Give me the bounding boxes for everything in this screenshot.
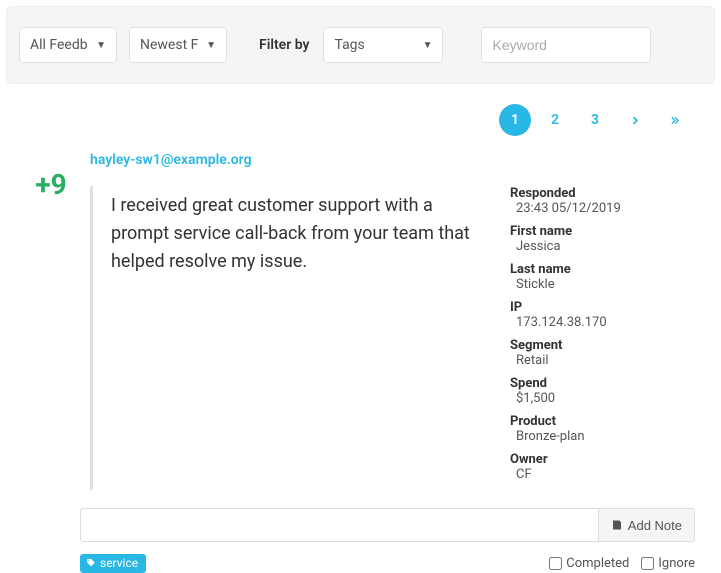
feedback-footer: service Completed Ignore bbox=[80, 554, 695, 573]
page-next[interactable] bbox=[619, 104, 651, 136]
tags-value: Tags bbox=[334, 37, 364, 53]
page-2[interactable]: 2 bbox=[539, 104, 571, 136]
ip-label: IP bbox=[510, 300, 660, 315]
completed-checkbox[interactable] bbox=[549, 557, 562, 570]
note-row: Add Note bbox=[80, 508, 695, 542]
caret-down-icon: ▼ bbox=[96, 40, 106, 51]
filter-toolbar: All Feedb ▼ Newest F ▼ Filter by Tags ▼ bbox=[6, 6, 715, 84]
page-3[interactable]: 3 bbox=[579, 104, 611, 136]
owner-value: CF bbox=[510, 467, 660, 482]
page-1[interactable]: 1 bbox=[499, 104, 531, 136]
chevron-double-right-icon bbox=[669, 115, 681, 126]
completed-checkbox-label[interactable]: Completed bbox=[549, 556, 629, 571]
responded-value: 23:43 05/12/2019 bbox=[510, 201, 660, 216]
filter-by-label: Filter by bbox=[259, 37, 309, 53]
status-checks: Completed Ignore bbox=[549, 556, 695, 571]
note-icon bbox=[611, 519, 623, 531]
sort-value: Newest F bbox=[140, 37, 198, 53]
firstname-value: Jessica bbox=[510, 239, 660, 254]
score-column: +9 bbox=[20, 148, 82, 490]
ignore-checkbox[interactable] bbox=[641, 557, 654, 570]
spend-label: Spend bbox=[510, 376, 660, 391]
feedback-type-value: All Feedb bbox=[30, 37, 88, 53]
tag-badge[interactable]: service bbox=[80, 554, 146, 573]
respondent-email[interactable]: hayley-sw1@example.org bbox=[90, 152, 701, 168]
feedback-type-select[interactable]: All Feedb ▼ bbox=[19, 27, 117, 63]
nps-score: +9 bbox=[20, 168, 82, 201]
note-input[interactable] bbox=[81, 509, 598, 541]
ip-value: 173.124.38.170 bbox=[510, 315, 660, 330]
firstname-label: First name bbox=[510, 224, 660, 239]
page-last[interactable] bbox=[659, 104, 691, 136]
completed-text: Completed bbox=[566, 556, 629, 571]
feedback-body: I received great customer support with a… bbox=[90, 186, 701, 490]
feedback-main: hayley-sw1@example.org I received great … bbox=[90, 148, 701, 490]
spend-value: $1,500 bbox=[510, 391, 660, 406]
caret-down-icon: ▼ bbox=[423, 40, 433, 51]
feedback-item: +9 hayley-sw1@example.org I received gre… bbox=[0, 144, 721, 494]
feedback-quote: I received great customer support with a… bbox=[90, 186, 470, 490]
owner-label: Owner bbox=[510, 452, 660, 467]
keyword-input[interactable] bbox=[481, 27, 651, 63]
product-label: Product bbox=[510, 414, 660, 429]
chevron-right-icon bbox=[630, 115, 641, 126]
ignore-checkbox-label[interactable]: Ignore bbox=[641, 556, 695, 571]
lastname-label: Last name bbox=[510, 262, 660, 277]
tag-icon bbox=[86, 558, 96, 568]
tags-select[interactable]: Tags ▼ bbox=[323, 27, 443, 63]
caret-down-icon: ▼ bbox=[206, 40, 216, 51]
tag-label: service bbox=[100, 556, 138, 570]
lastname-value: Stickle bbox=[510, 277, 660, 292]
ignore-text: Ignore bbox=[658, 556, 695, 571]
metadata-panel: Responded 23:43 05/12/2019 First name Je… bbox=[510, 186, 660, 490]
add-note-button[interactable]: Add Note bbox=[598, 509, 694, 541]
responded-label: Responded bbox=[510, 186, 660, 201]
feedback-text: I received great customer support with a… bbox=[111, 192, 470, 276]
add-note-label: Add Note bbox=[628, 518, 682, 533]
product-value: Bronze-plan bbox=[510, 429, 660, 444]
segment-label: Segment bbox=[510, 338, 660, 353]
pagination: 1 2 3 bbox=[0, 84, 721, 144]
segment-value: Retail bbox=[510, 353, 660, 368]
sort-select[interactable]: Newest F ▼ bbox=[129, 27, 227, 63]
